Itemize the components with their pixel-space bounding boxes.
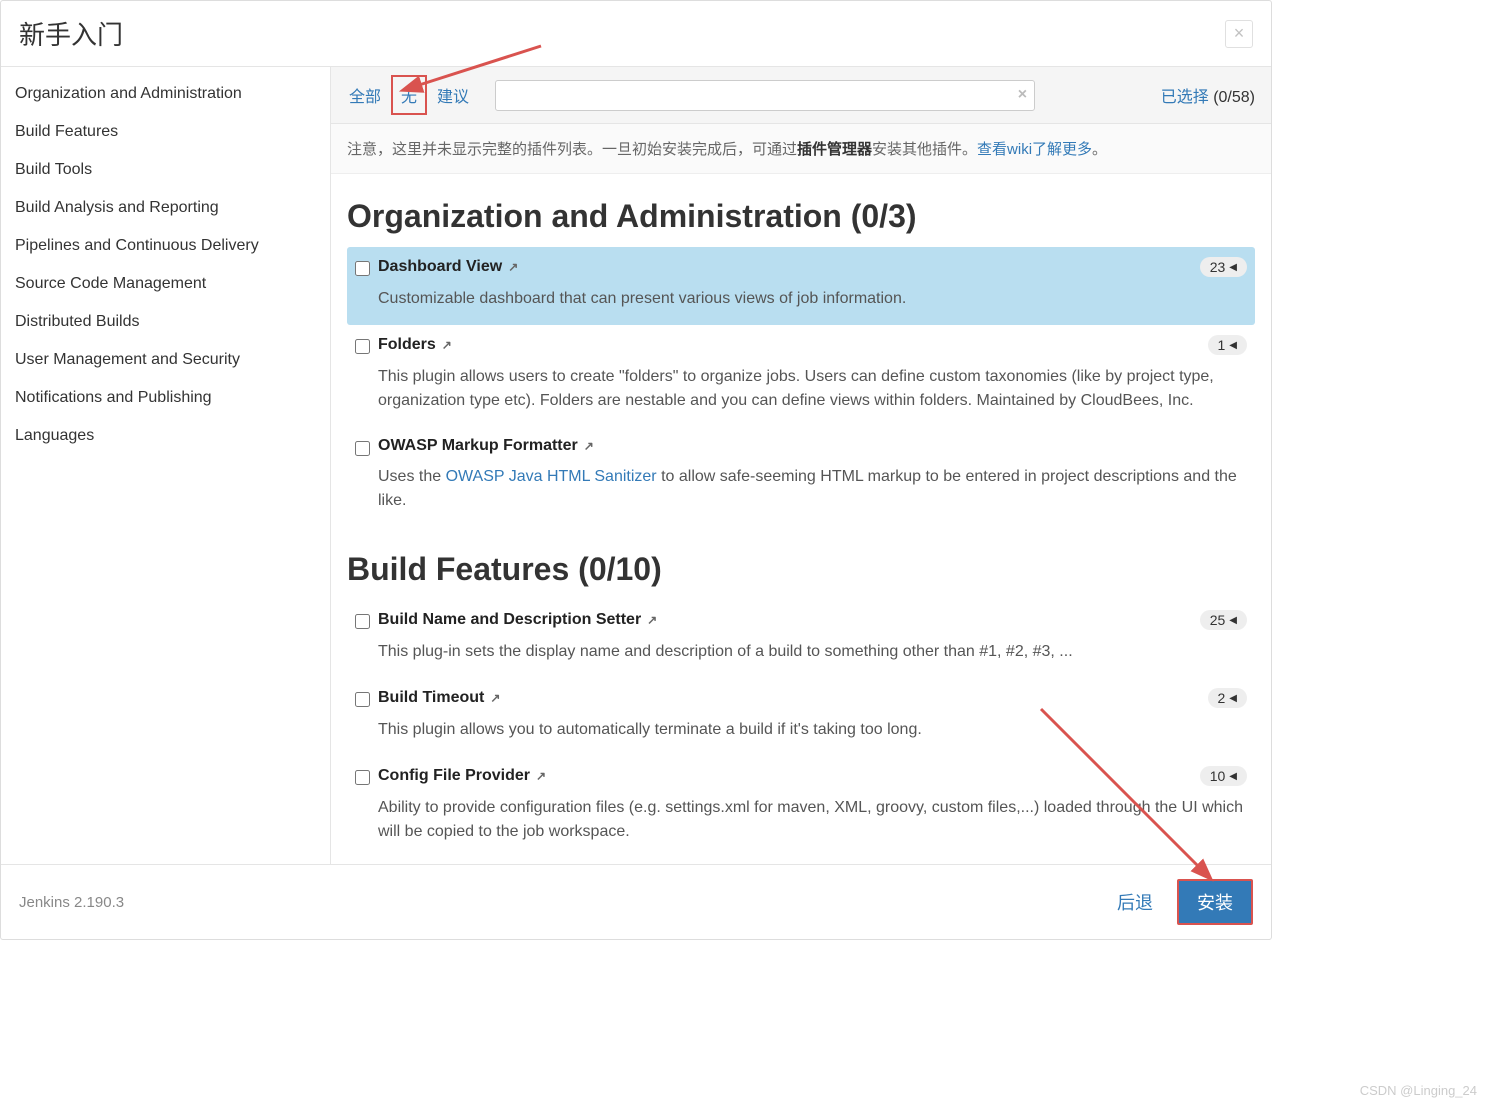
section-title: Build Features (0/10) xyxy=(347,551,1255,588)
sidebar-item-user-mgmt[interactable]: User Management and Security xyxy=(1,341,330,379)
plugin-row[interactable]: Dashboard View↗ 23◀ Customizable dashboa… xyxy=(347,247,1255,325)
plugin-title: OWASP Markup Formatter↗ xyxy=(378,437,594,455)
selected-label: 已选择 xyxy=(1161,89,1209,106)
notice-banner: 注意，这里并未显示完整的插件列表。一旦初始安装完成后，可通过插件管理器安装其他插… xyxy=(331,124,1271,174)
plugin-title: Folders↗ xyxy=(378,336,452,354)
plugin-description: This plugin allows users to create "fold… xyxy=(378,365,1247,413)
modal-footer: Jenkins 2.190.3 后退 安装 xyxy=(1,864,1271,939)
plugin-description: This plugin allows you to automatically … xyxy=(378,718,1247,742)
sidebar-item-build-analysis[interactable]: Build Analysis and Reporting xyxy=(1,189,330,227)
sidebar-item-pipelines[interactable]: Pipelines and Continuous Delivery xyxy=(1,227,330,265)
plugin-row[interactable]: Build Timeout↗ 2◀ This plugin allows you… xyxy=(347,678,1255,756)
tab-none[interactable]: 无 xyxy=(391,75,427,115)
back-button[interactable]: 后退 xyxy=(1103,881,1167,923)
sidebar-item-distributed[interactable]: Distributed Builds xyxy=(1,303,330,341)
sidebar-item-notifications[interactable]: Notifications and Publishing xyxy=(1,379,330,417)
plugin-title: Dashboard View↗ xyxy=(378,258,518,276)
modal-header: 新手入门 × xyxy=(1,1,1271,67)
plugin-checkbox[interactable] xyxy=(355,614,370,629)
tab-suggested[interactable]: 建议 xyxy=(429,77,477,113)
plugin-title: Build Name and Description Setter↗ xyxy=(378,611,657,629)
dependency-badge[interactable]: 25◀ xyxy=(1200,610,1247,630)
dependency-badge[interactable]: 23◀ xyxy=(1200,257,1247,277)
plugin-row[interactable]: OWASP Markup Formatter↗ Uses the OWASP J… xyxy=(347,427,1255,527)
plugin-list[interactable]: 注意，这里并未显示完整的插件列表。一旦初始安装完成后，可通过插件管理器安装其他插… xyxy=(331,124,1271,864)
plugin-description: Customizable dashboard that can present … xyxy=(378,287,1247,311)
external-link-icon[interactable]: ↗ xyxy=(490,691,500,705)
sidebar-item-build-tools[interactable]: Build Tools xyxy=(1,151,330,189)
caret-left-icon: ◀ xyxy=(1229,615,1237,626)
selected-count: 已选择 (0/58) xyxy=(1161,83,1261,107)
plugin-title: Config File Provider↗ xyxy=(378,767,546,785)
sidebar-item-build-features[interactable]: Build Features xyxy=(1,113,330,151)
external-link-icon[interactable]: ↗ xyxy=(536,769,546,783)
modal-body: Organization and Administration Build Fe… xyxy=(1,67,1271,864)
plugin-row[interactable]: Config File Provider↗ 10◀ Ability to pro… xyxy=(347,756,1255,858)
caret-left-icon: ◀ xyxy=(1229,771,1237,782)
plugin-row[interactable]: Folders↗ 1◀ This plugin allows users to … xyxy=(347,325,1255,427)
sidebar-item-languages[interactable]: Languages xyxy=(1,417,330,455)
wiki-link[interactable]: 查看wiki了解更多 xyxy=(977,141,1092,158)
modal-dialog: 新手入门 × Organization and Administration B… xyxy=(0,0,1272,940)
watermark-text: CSDN @Linging_24 xyxy=(1360,1083,1477,1098)
plugin-checkbox[interactable] xyxy=(355,261,370,276)
filter-toolbar: 全部 无 建议 × 已选择 (0/58) xyxy=(331,67,1271,124)
external-link-icon[interactable]: ↗ xyxy=(584,439,594,453)
plugin-row[interactable]: Build Name and Description Setter↗ 25◀ T… xyxy=(347,600,1255,678)
sidebar-item-scm[interactable]: Source Code Management xyxy=(1,265,330,303)
close-icon: × xyxy=(1234,23,1245,44)
section-org-admin: Organization and Administration (0/3) Da… xyxy=(331,174,1271,527)
plugin-description: Uses the OWASP Java HTML Sanitizer to al… xyxy=(378,465,1247,513)
version-label: Jenkins 2.190.3 xyxy=(19,894,124,911)
external-link-icon[interactable]: ↗ xyxy=(647,613,657,627)
dependency-badge[interactable]: 1◀ xyxy=(1208,335,1248,355)
install-button[interactable]: 安装 xyxy=(1177,879,1253,925)
search-clear-icon[interactable]: × xyxy=(1018,86,1027,104)
main-panel: 全部 无 建议 × 已选择 (0/58) 注意，这里并未显示完整的插件列表。一旦… xyxy=(331,67,1271,864)
plugin-checkbox[interactable] xyxy=(355,692,370,707)
caret-left-icon: ◀ xyxy=(1229,340,1237,351)
section-title: Organization and Administration (0/3) xyxy=(347,198,1255,235)
category-sidebar: Organization and Administration Build Fe… xyxy=(1,67,331,864)
plugin-checkbox[interactable] xyxy=(355,770,370,785)
sidebar-item-org-admin[interactable]: Organization and Administration xyxy=(1,75,330,113)
selected-number: (0/58) xyxy=(1213,89,1255,106)
plugin-checkbox[interactable] xyxy=(355,339,370,354)
plugin-description: Ability to provide configuration files (… xyxy=(378,796,1247,844)
caret-left-icon: ◀ xyxy=(1229,262,1237,273)
dependency-badge[interactable]: 10◀ xyxy=(1200,766,1247,786)
search-wrapper: × xyxy=(495,80,1035,111)
section-build-features: Build Features (0/10) Build Name and Des… xyxy=(331,527,1271,864)
plugin-row-partial[interactable] xyxy=(347,858,1255,864)
dependency-badge[interactable]: 2◀ xyxy=(1208,688,1248,708)
plugin-checkbox[interactable] xyxy=(355,441,370,456)
plugin-description: This plug-in sets the display name and d… xyxy=(378,640,1247,664)
external-link-icon[interactable]: ↗ xyxy=(508,260,518,274)
tab-all[interactable]: 全部 xyxy=(341,77,389,113)
plugin-title: Build Timeout↗ xyxy=(378,689,500,707)
caret-left-icon: ◀ xyxy=(1229,693,1237,704)
close-button[interactable]: × xyxy=(1225,20,1253,48)
search-input[interactable] xyxy=(495,80,1035,111)
sanitizer-link[interactable]: OWASP Java HTML Sanitizer xyxy=(446,468,657,485)
modal-title: 新手入门 xyxy=(19,15,123,52)
external-link-icon[interactable]: ↗ xyxy=(442,338,452,352)
